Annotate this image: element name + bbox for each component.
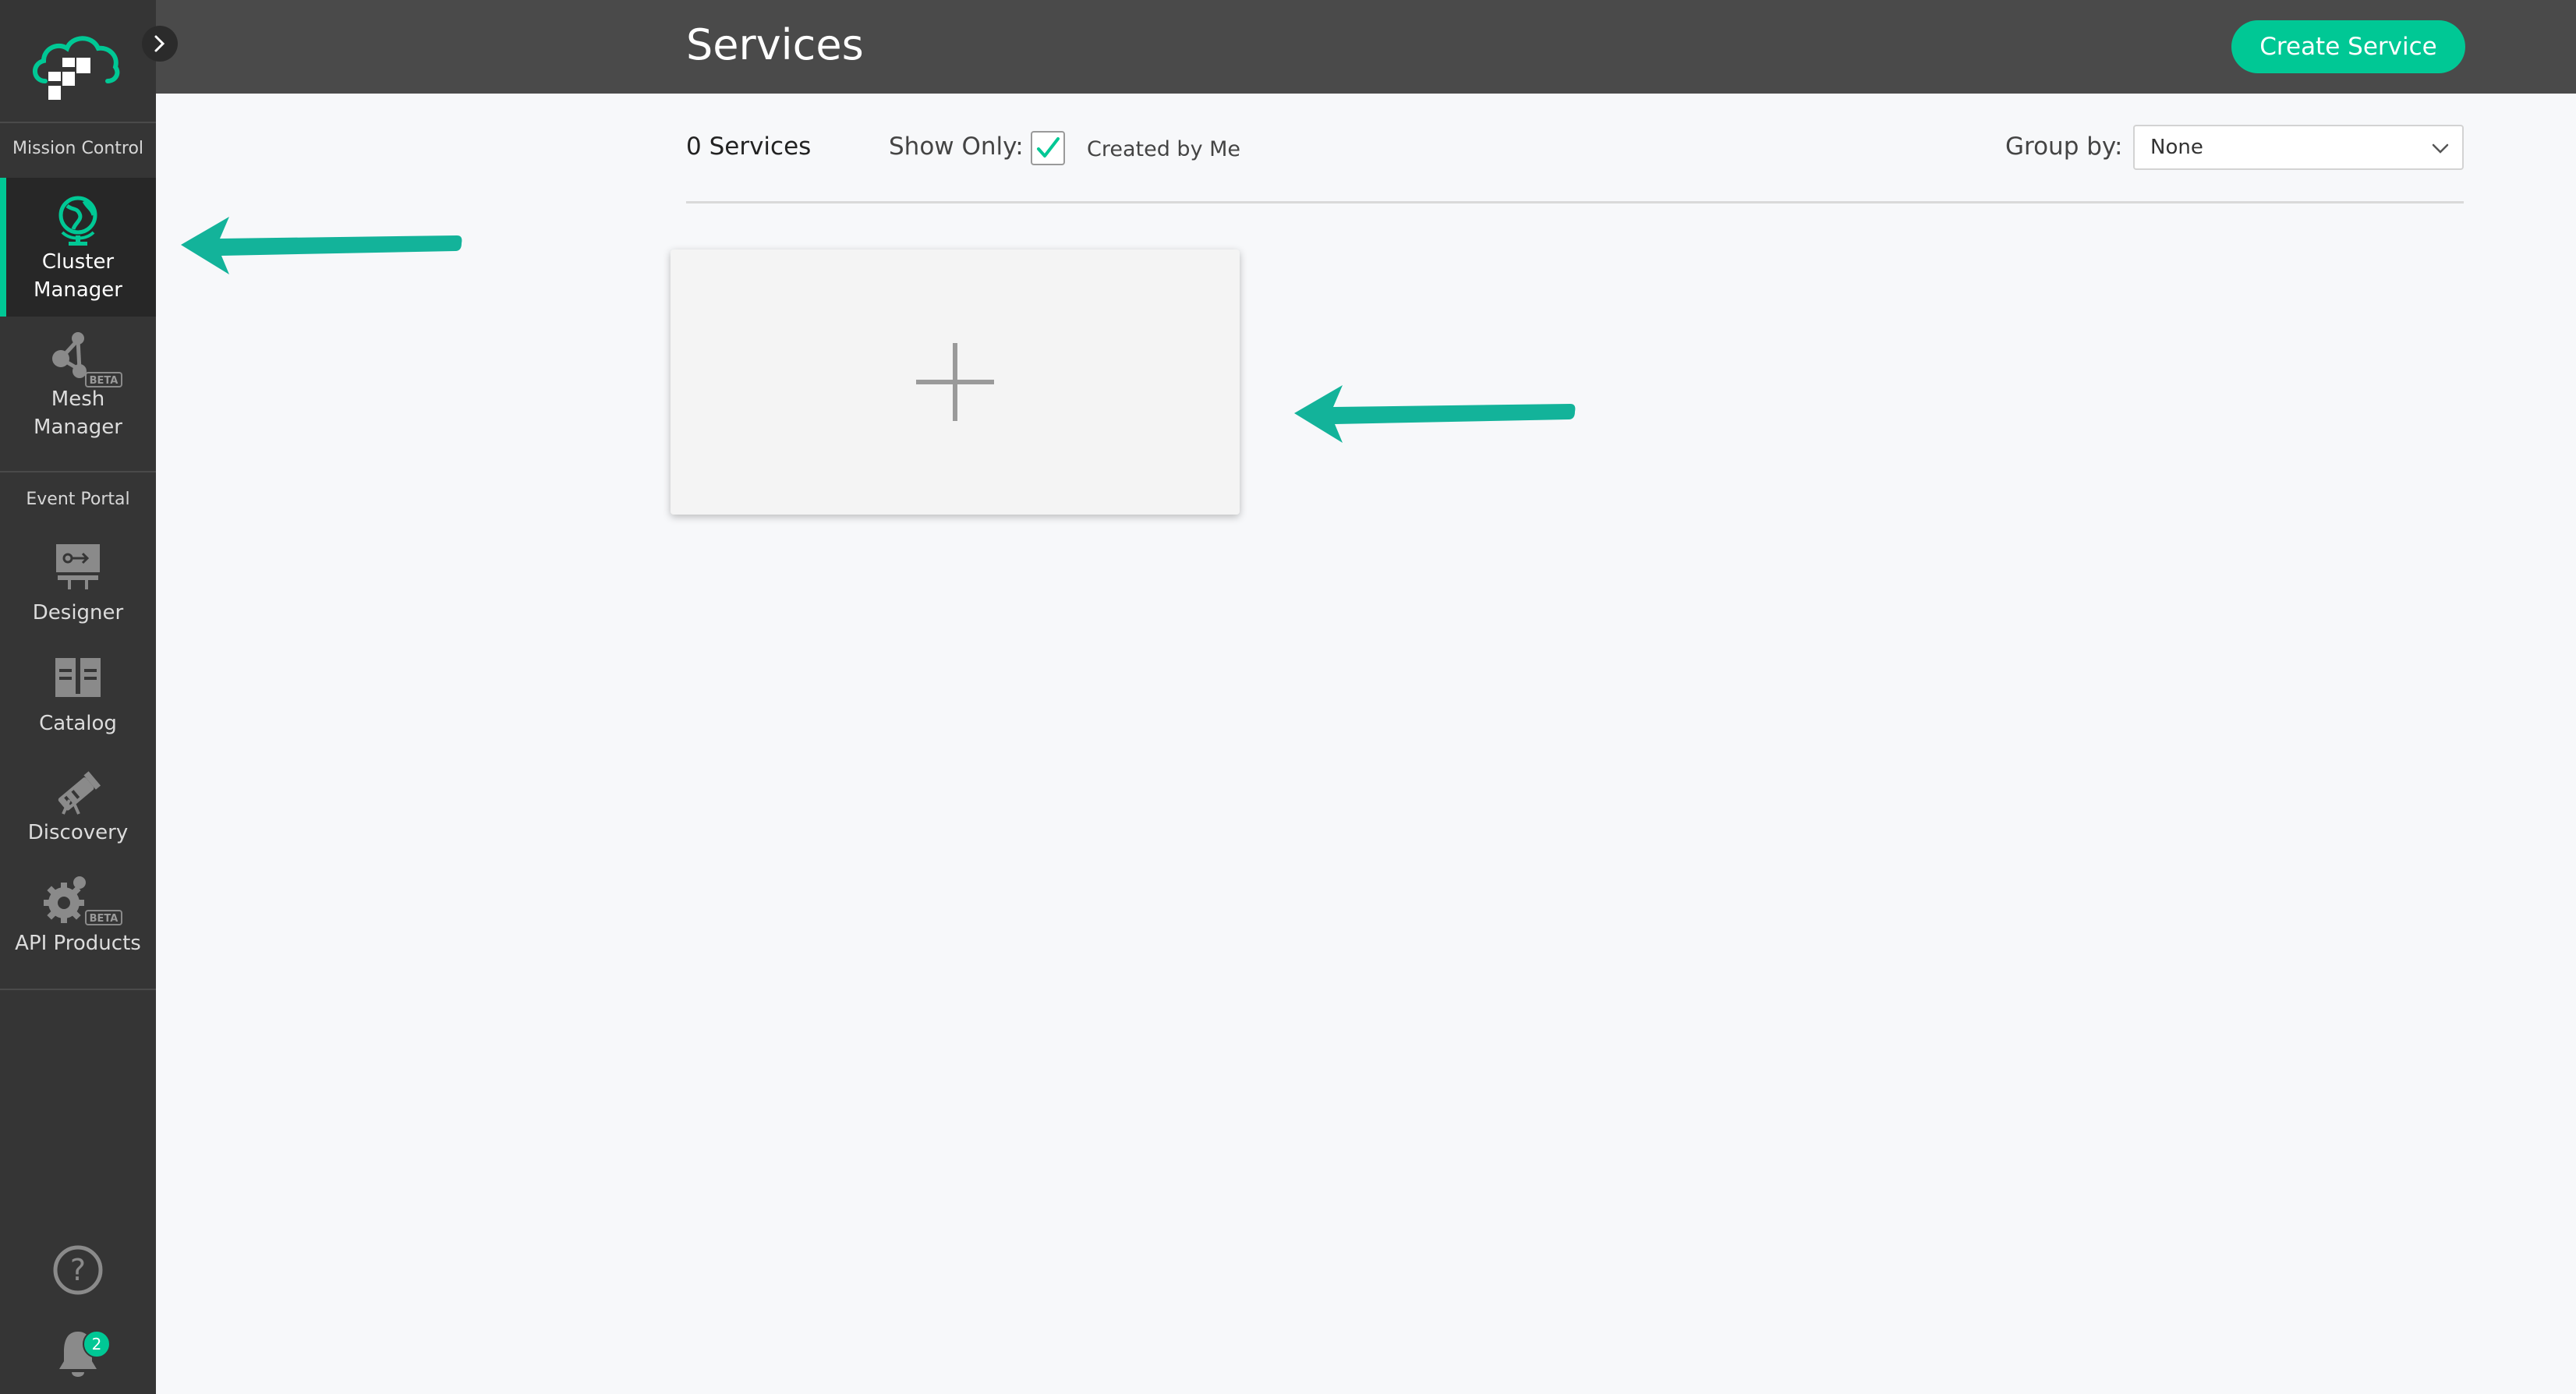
catalog-icon xyxy=(55,658,101,697)
svg-text:?: ? xyxy=(70,1253,86,1287)
checkmark-icon xyxy=(1037,137,1060,157)
sidebar-divider xyxy=(0,122,156,123)
chevron-down-icon xyxy=(2432,143,2449,154)
annotation-arrow-icon xyxy=(1294,385,1576,443)
sidebar-item-label: Manager xyxy=(34,278,122,302)
sidebar-item-label: Designer xyxy=(32,601,124,624)
telescope-icon xyxy=(58,771,101,815)
section-label-mission-control: Mission Control xyxy=(12,139,144,158)
chevron-right-icon xyxy=(154,35,165,52)
section-label-event-portal: Event Portal xyxy=(26,490,130,509)
plus-icon xyxy=(916,343,994,421)
sidebar-item-catalog[interactable]: Catalog xyxy=(0,646,156,748)
sidebar-item-label: API Products xyxy=(15,932,141,955)
gear-icon: BETA xyxy=(44,876,122,925)
created-by-me-checkbox[interactable] xyxy=(1031,131,1065,165)
sidebar-item-designer[interactable]: Designer xyxy=(0,535,156,638)
sidebar-item-label: Cluster xyxy=(41,250,115,274)
sidebar-item-label: Discovery xyxy=(27,821,129,844)
collapse-sidebar-button[interactable] xyxy=(142,26,178,62)
sidebar-item-label: Catalog xyxy=(39,712,117,735)
group-by-select[interactable]: None xyxy=(2133,125,2464,170)
sidebar: Mission Control Cluster Manager BETA Mes… xyxy=(0,0,178,1394)
create-service-button[interactable]: Create Service xyxy=(2231,20,2465,73)
svg-text:BETA: BETA xyxy=(90,913,119,925)
mesh-icon: BETA xyxy=(52,332,122,387)
help-icon[interactable]: ? xyxy=(52,1244,104,1296)
annotation-arrow-icon xyxy=(181,217,462,274)
page-title: Services xyxy=(686,20,864,69)
globe-icon xyxy=(58,196,97,246)
add-service-card[interactable] xyxy=(671,249,1240,515)
designer-icon xyxy=(56,544,100,589)
sidebar-item-label: Manager xyxy=(34,416,122,439)
sidebar-item-api-products[interactable]: BETA API Products xyxy=(0,867,156,970)
group-by-label: Group by: xyxy=(2005,133,2123,161)
notification-badge: 2 xyxy=(83,1330,111,1358)
sidebar-divider xyxy=(0,989,156,990)
page-header: Services Create Service xyxy=(156,0,2576,94)
sidebar-item-cluster-manager[interactable]: Cluster Manager xyxy=(0,178,156,317)
sidebar-divider xyxy=(0,471,156,472)
sidebar-item-label: Mesh xyxy=(51,387,105,411)
sidebar-item-discovery[interactable]: Discovery xyxy=(0,758,156,861)
show-only-label: Show Only: xyxy=(889,133,1024,161)
toolbar-divider xyxy=(686,201,2464,203)
group-by-value: None xyxy=(2150,136,2203,159)
sidebar-item-mesh-manager[interactable]: BETA Mesh Manager xyxy=(0,318,156,466)
created-by-me-label[interactable]: Created by Me xyxy=(1087,134,1240,165)
logo-icon[interactable] xyxy=(28,25,125,103)
services-count: 0 Services xyxy=(686,133,812,161)
